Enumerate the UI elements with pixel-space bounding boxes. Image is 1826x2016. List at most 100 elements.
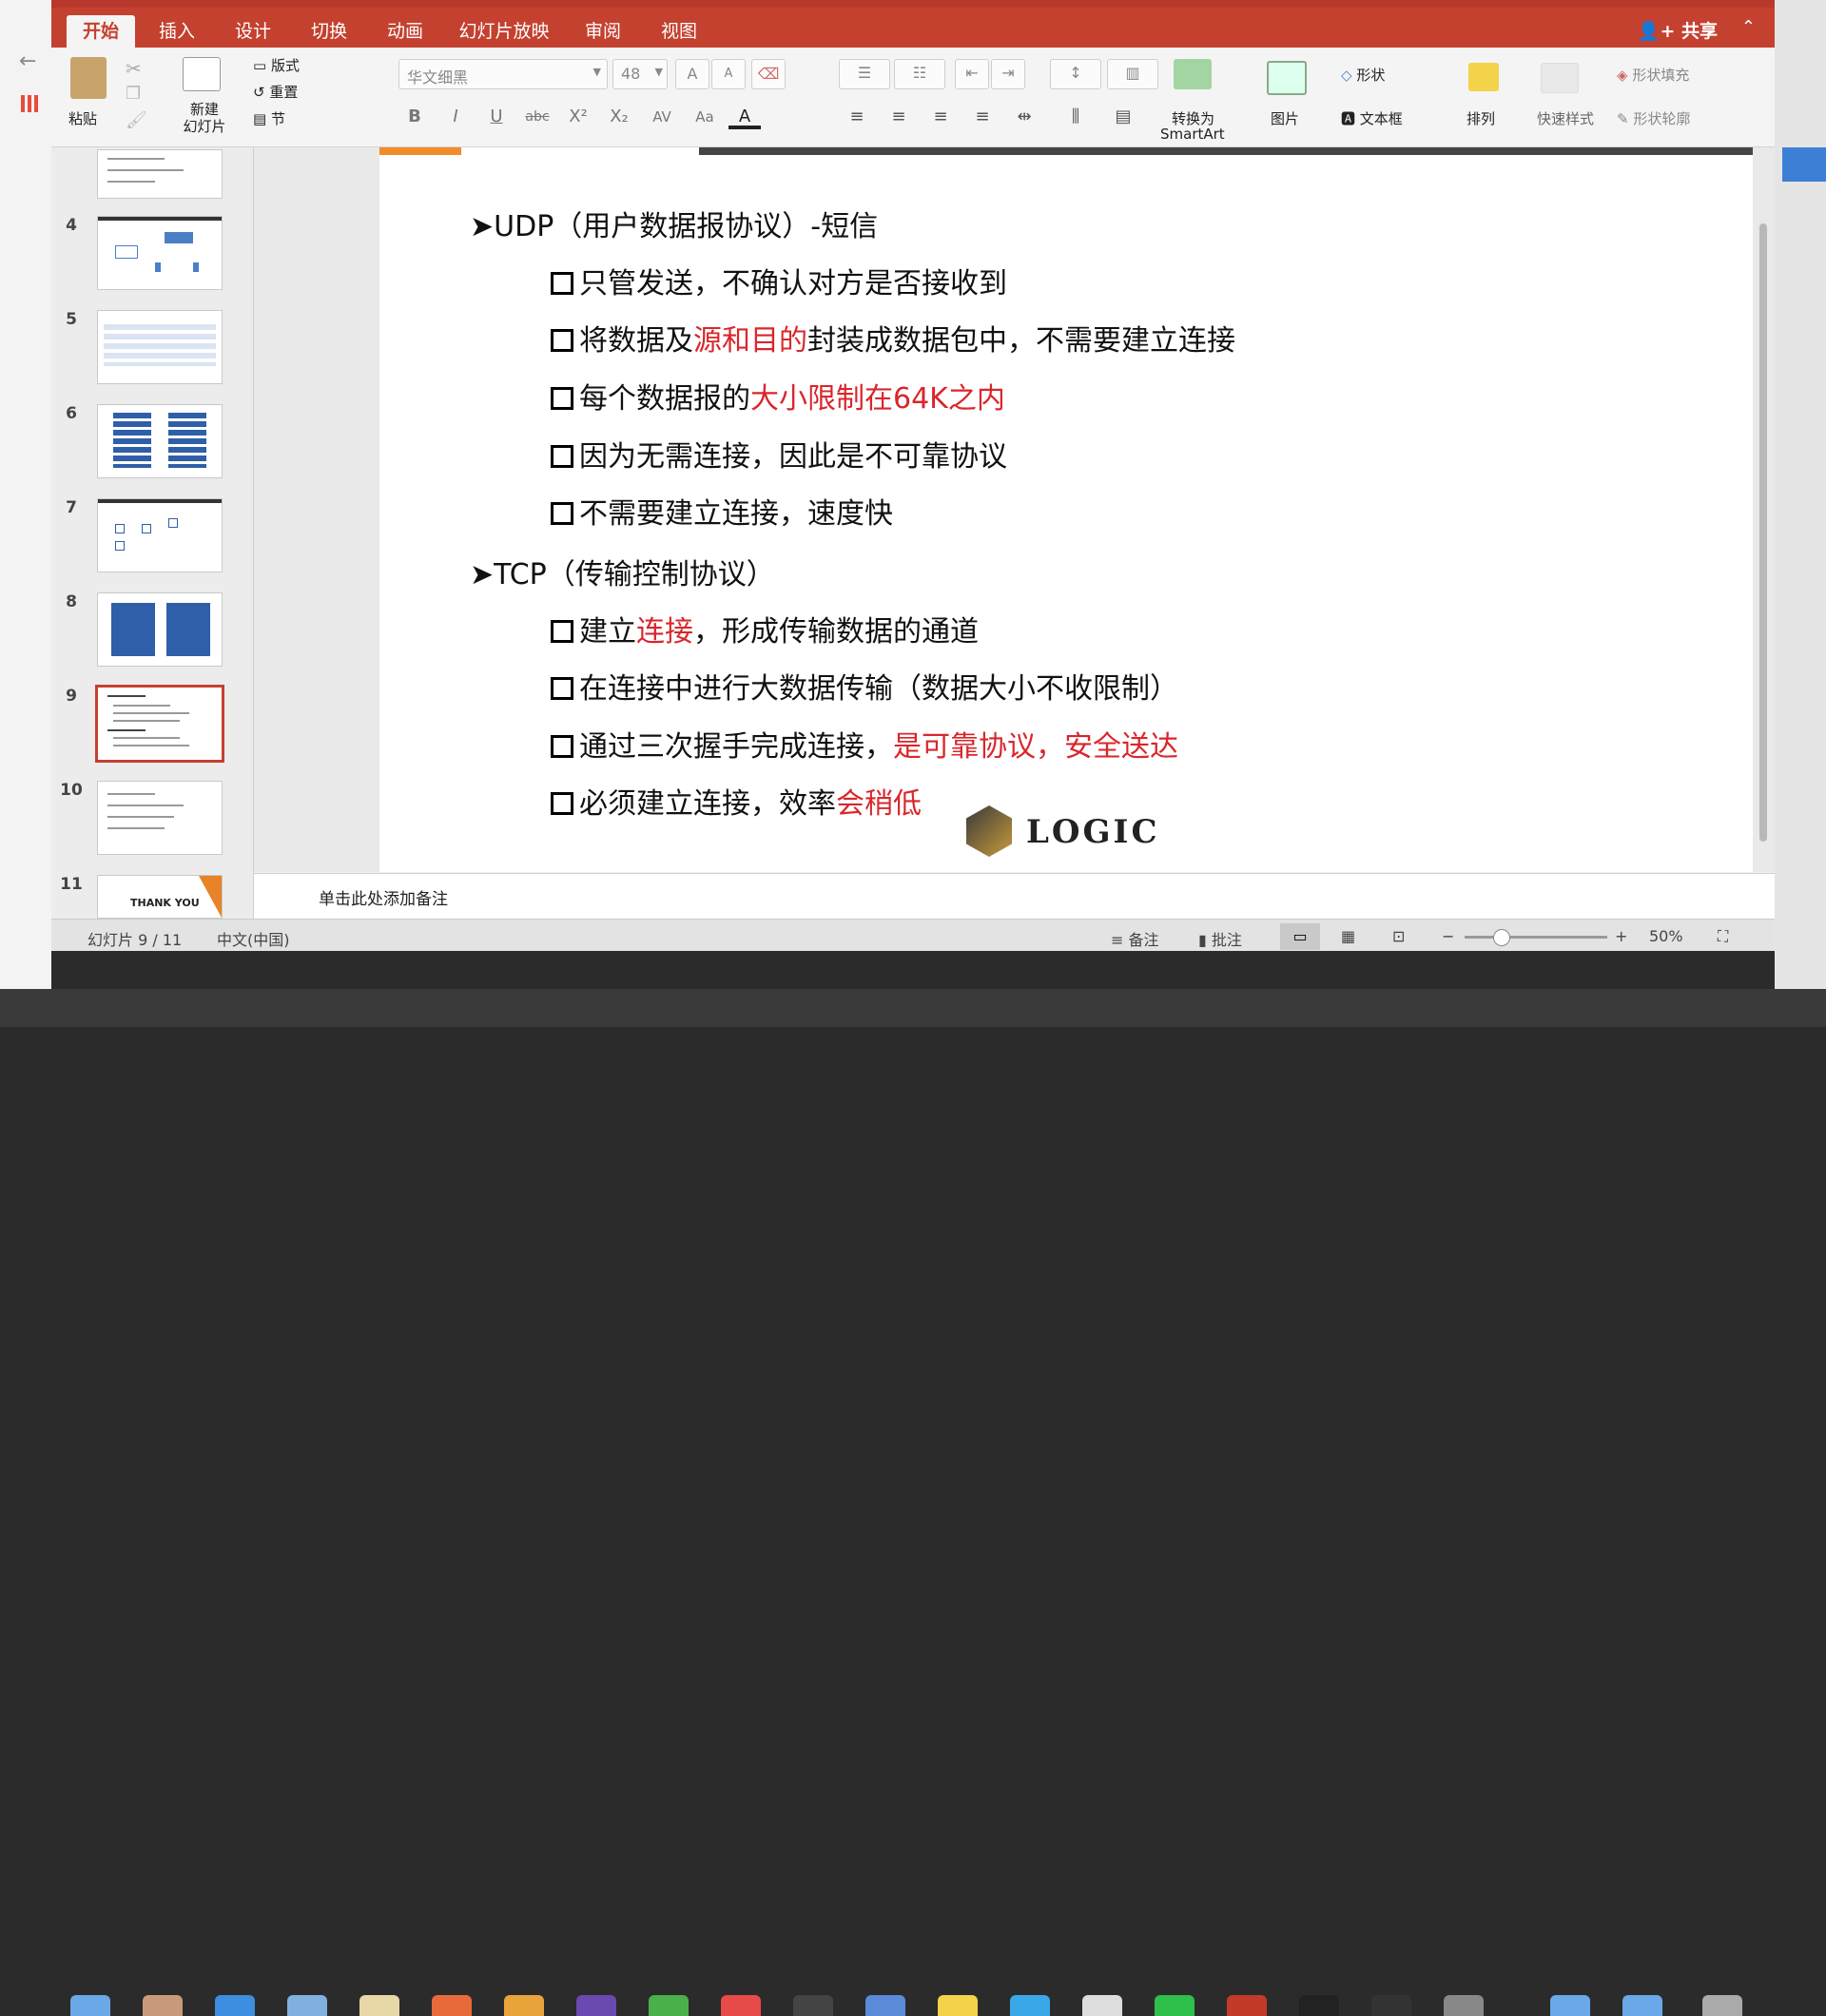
finder-icon[interactable]	[70, 1995, 110, 2016]
app-icon[interactable]	[1010, 1995, 1050, 2016]
share-button[interactable]: 👤+ 共享	[1638, 17, 1718, 43]
app-icon[interactable]	[1299, 1995, 1339, 2016]
italic-icon[interactable]: I	[439, 103, 472, 131]
app-icon[interactable]	[793, 1995, 833, 2016]
text-direction-icon[interactable]: ⫼	[1059, 103, 1092, 131]
trash-icon[interactable]	[1702, 1995, 1742, 2016]
align-center-icon[interactable]: ≡	[883, 103, 915, 131]
app-icon[interactable]	[1371, 1995, 1411, 2016]
arrange-icon[interactable]	[1468, 63, 1499, 91]
app-icon[interactable]	[143, 1995, 183, 2016]
notes-toggle[interactable]: ≡ 备注	[1111, 927, 1159, 950]
tab-home[interactable]: 开始	[67, 15, 135, 48]
justify-icon[interactable]: ≡	[966, 103, 999, 131]
thumbnail-4[interactable]	[97, 216, 223, 290]
vertical-scrollbar[interactable]	[1759, 223, 1767, 842]
zoom-slider-thumb[interactable]	[1493, 929, 1510, 946]
app-icon[interactable]	[576, 1995, 616, 2016]
line-spacing-icon[interactable]: ↕	[1050, 59, 1101, 89]
thumbnail-8[interactable]	[97, 592, 223, 667]
superscript-icon[interactable]: X²	[562, 103, 594, 131]
format-painter-icon[interactable]: 🖌	[126, 110, 147, 130]
zoom-in-icon[interactable]: +	[1615, 927, 1627, 945]
tab-slideshow[interactable]: 幻灯片放映	[447, 15, 561, 48]
underline-icon[interactable]: U	[480, 103, 513, 131]
align-right-icon[interactable]: ≡	[924, 103, 957, 131]
font-color-icon[interactable]: A	[728, 103, 761, 129]
tab-view[interactable]: 视图	[645, 15, 713, 48]
thumbnail-9-selected[interactable]	[95, 685, 224, 763]
reset-button[interactable]: ↺ 重置	[253, 82, 298, 102]
numbering-icon[interactable]: ☷	[894, 59, 945, 89]
new-slide-icon[interactable]	[183, 57, 221, 91]
presenter-view-icon[interactable]: ⊡	[1392, 927, 1405, 945]
layout-button[interactable]: ▭ 版式	[253, 55, 300, 75]
font-name-select[interactable]: 华文细黑 ▼	[398, 59, 608, 89]
app-icon[interactable]	[287, 1995, 327, 2016]
increase-indent-icon[interactable]: ⇥	[991, 59, 1025, 89]
textbox-button[interactable]: 🅰 文本框	[1341, 108, 1403, 128]
app-icon[interactable]	[938, 1995, 978, 2016]
back-arrow-icon[interactable]: ←	[19, 49, 36, 73]
shape-outline-button[interactable]: ✎ 形状轮廓	[1617, 108, 1690, 128]
picture-icon[interactable]	[1267, 61, 1307, 95]
app-icon[interactable]	[1155, 1995, 1195, 2016]
change-case-icon[interactable]: Aa	[689, 103, 721, 131]
comments-toggle[interactable]: ▮ 批注	[1198, 927, 1242, 950]
app-icon[interactable]	[1444, 1995, 1484, 2016]
app-icon[interactable]	[649, 1995, 689, 2016]
fit-to-window-icon[interactable]: ⛶	[1718, 927, 1728, 946]
char-spacing-icon[interactable]: AV	[646, 103, 678, 131]
notes-pane[interactable]: 单击此处添加备注	[254, 873, 1775, 920]
app-icon[interactable]	[721, 1995, 761, 2016]
paste-icon[interactable]	[70, 57, 107, 99]
tab-design[interactable]: 设计	[219, 15, 287, 48]
zoom-out-icon[interactable]: −	[1442, 927, 1454, 945]
apps-grid-icon[interactable]	[21, 95, 38, 112]
app-icon[interactable]	[504, 1995, 544, 2016]
collapse-ribbon-icon[interactable]: ⌃	[1741, 17, 1756, 37]
copy-icon[interactable]: ❐	[126, 84, 141, 104]
quick-styles-icon[interactable]	[1541, 63, 1579, 93]
tab-animations[interactable]: 动画	[371, 15, 439, 48]
subscript-icon[interactable]: X₂	[603, 103, 635, 131]
shape-button[interactable]: ◇ 形状	[1341, 65, 1385, 85]
thumbnail-10[interactable]	[97, 781, 223, 855]
folder-icon[interactable]	[1550, 1995, 1590, 2016]
thumbnail-7[interactable]	[97, 498, 223, 572]
clear-format-icon[interactable]: ⌫	[751, 59, 786, 89]
bullets-icon[interactable]: ☰	[839, 59, 890, 89]
normal-view-icon[interactable]: ▭	[1280, 923, 1320, 950]
thumbnail-11[interactable]: THANK YOU	[97, 875, 223, 919]
tab-transitions[interactable]: 切换	[295, 15, 363, 48]
columns-icon[interactable]: ▥	[1107, 59, 1158, 89]
thumbnail-6[interactable]	[97, 404, 223, 478]
thumbnail-3[interactable]	[97, 149, 223, 199]
align-left-icon[interactable]: ≡	[841, 103, 873, 131]
smartart-icon[interactable]	[1174, 59, 1212, 89]
app-icon[interactable]	[215, 1995, 255, 2016]
thumbnail-5[interactable]	[97, 310, 223, 384]
app-icon[interactable]	[865, 1995, 905, 2016]
folder-icon[interactable]	[1622, 1995, 1662, 2016]
increase-font-icon[interactable]: A	[675, 59, 709, 89]
app-icon[interactable]	[1227, 1995, 1267, 2016]
shape-fill-button[interactable]: ◈ 形状填充	[1617, 65, 1689, 85]
strikethrough-icon[interactable]: abc	[521, 103, 554, 131]
app-icon[interactable]	[1082, 1995, 1122, 2016]
cut-icon[interactable]: ✂	[126, 57, 142, 80]
zoom-slider[interactable]	[1465, 929, 1607, 946]
font-size-select[interactable]: 48 ▼	[612, 59, 668, 89]
slide-sorter-icon[interactable]: ▦	[1341, 927, 1355, 945]
app-icon[interactable]	[359, 1995, 399, 2016]
distribute-icon[interactable]: ⇹	[1008, 103, 1040, 131]
tab-insert[interactable]: 插入	[143, 15, 211, 48]
app-icon[interactable]	[432, 1995, 472, 2016]
slide-canvas[interactable]: ➤UDP（用户数据报协议）-短信 只管发送，不确认对方是否接收到 将数据及源和目…	[379, 147, 1753, 872]
decrease-font-icon[interactable]: A	[711, 59, 746, 89]
section-button[interactable]: ▤ 节	[253, 108, 285, 128]
align-text-icon[interactable]: ▤	[1107, 103, 1139, 131]
tab-review[interactable]: 审阅	[569, 15, 637, 48]
bold-icon[interactable]: B	[398, 103, 431, 131]
decrease-indent-icon[interactable]: ⇤	[955, 59, 989, 89]
